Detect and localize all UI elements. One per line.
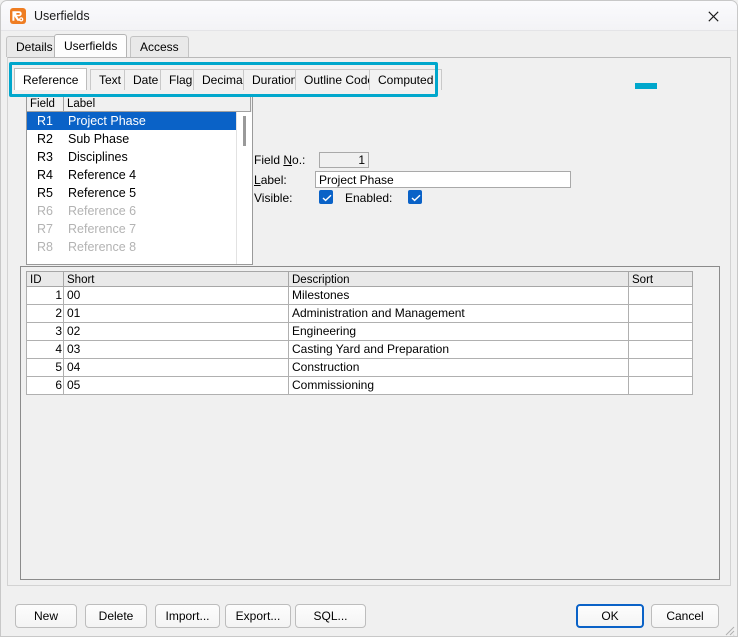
main-tab-strip: Details Userfields Access xyxy=(6,34,732,57)
tab-computed[interactable]: Computed xyxy=(369,69,443,90)
highlight-marker-annotation xyxy=(635,83,657,89)
visible-checkbox[interactable] xyxy=(319,190,333,204)
field-list-row[interactable]: R1 Project Phase xyxy=(27,112,237,130)
cell-short[interactable]: 05 xyxy=(64,377,289,395)
cell-id[interactable]: 4 xyxy=(26,341,64,359)
cell-sort[interactable] xyxy=(629,305,693,323)
field-no-label: Field No.: xyxy=(254,153,306,167)
import-button[interactable]: Import... xyxy=(155,604,220,628)
table-row[interactable]: 6 05 Commissioning xyxy=(26,377,693,395)
tab-userfields[interactable]: Userfields xyxy=(54,34,128,57)
title-bar: Userfields xyxy=(1,1,737,31)
field-list-row[interactable]: R7 Reference 7 xyxy=(27,220,237,238)
cell-sort[interactable] xyxy=(629,323,693,341)
cell-short[interactable]: 04 xyxy=(64,359,289,377)
field-code: R2 xyxy=(37,132,53,146)
cell-id[interactable]: 2 xyxy=(26,305,64,323)
field-list-scrollbar[interactable] xyxy=(236,112,252,264)
userfields-panel: Reference Text Date Flag Decimal Duratio… xyxy=(7,57,731,586)
field-no-input[interactable] xyxy=(319,152,369,168)
scrollbar-thumb[interactable] xyxy=(243,116,246,146)
field-code: R6 xyxy=(37,204,53,218)
field-list-row[interactable]: R3 Disciplines xyxy=(27,148,237,166)
field-code: R1 xyxy=(37,114,53,128)
sql-button[interactable]: SQL... xyxy=(295,604,366,628)
field-label: Sub Phase xyxy=(68,132,130,146)
cell-sort[interactable] xyxy=(629,377,693,395)
delete-button[interactable]: Delete xyxy=(85,604,147,628)
field-label: Reference 4 xyxy=(68,168,137,182)
ok-button[interactable]: OK xyxy=(576,604,644,628)
cell-sort[interactable] xyxy=(629,287,693,305)
field-label: Reference 7 xyxy=(68,222,137,236)
cell-id[interactable]: 6 xyxy=(26,377,64,395)
tab-access[interactable]: Access xyxy=(130,36,189,57)
new-button[interactable]: New xyxy=(15,604,77,628)
cell-description[interactable]: Commissioning xyxy=(289,377,629,395)
field-list-row[interactable]: R5 Reference 5 xyxy=(27,184,237,202)
column-header-field[interactable]: Field xyxy=(27,97,64,112)
column-header-sort[interactable]: Sort xyxy=(629,271,693,287)
table-row[interactable]: 3 02 Engineering xyxy=(26,323,693,341)
field-code: R5 xyxy=(37,186,53,200)
field-code: R3 xyxy=(37,150,53,164)
field-list-row[interactable]: R4 Reference 4 xyxy=(27,166,237,184)
cell-short[interactable]: 02 xyxy=(64,323,289,341)
column-header-description[interactable]: Description xyxy=(289,271,629,287)
field-code: R4 xyxy=(37,168,53,182)
cell-id[interactable]: 3 xyxy=(26,323,64,341)
export-button[interactable]: Export... xyxy=(225,604,291,628)
field-list[interactable]: Field Label R1 Project Phase R2 Sub Phas… xyxy=(26,96,253,265)
cell-description[interactable]: Construction xyxy=(289,359,629,377)
cell-id[interactable]: 1 xyxy=(26,287,64,305)
field-label: Project Phase xyxy=(68,114,146,128)
cancel-button[interactable]: Cancel xyxy=(651,604,719,628)
field-label: Disciplines xyxy=(68,150,128,164)
field-list-row[interactable]: R2 Sub Phase xyxy=(27,130,237,148)
table-row[interactable]: 4 03 Casting Yard and Preparation xyxy=(26,341,693,359)
cell-short[interactable]: 00 xyxy=(64,287,289,305)
cell-description[interactable]: Administration and Management xyxy=(289,305,629,323)
window-title: Userfields xyxy=(34,9,90,23)
userfield-type-tab-strip: Reference Text Date Flag Decimal Duratio… xyxy=(14,68,714,90)
userfields-dialog: Userfields Details Userfields Access Ref… xyxy=(0,0,738,637)
field-label: Reference 6 xyxy=(68,204,137,218)
field-list-header: Field Label xyxy=(27,97,252,112)
cell-description[interactable]: Milestones xyxy=(289,287,629,305)
lookup-values-grid: ID Short Description Sort 1 00 Milestone… xyxy=(26,271,693,395)
field-label: Reference 8 xyxy=(68,240,137,254)
cell-description[interactable]: Casting Yard and Preparation xyxy=(289,341,629,359)
cell-sort[interactable] xyxy=(629,341,693,359)
field-label: Reference 5 xyxy=(68,186,137,200)
label-input[interactable] xyxy=(315,171,571,188)
table-row[interactable]: 1 00 Milestones xyxy=(26,287,693,305)
cell-short[interactable]: 01 xyxy=(64,305,289,323)
app-logo-icon xyxy=(10,8,26,24)
cell-sort[interactable] xyxy=(629,359,693,377)
cell-description[interactable]: Engineering xyxy=(289,323,629,341)
enabled-checkbox[interactable] xyxy=(408,190,422,204)
dialog-button-bar: New Delete Import... Export... SQL... OK… xyxy=(1,591,737,636)
table-row[interactable]: 2 01 Administration and Management xyxy=(26,305,693,323)
column-header-id[interactable]: ID xyxy=(26,271,64,287)
tab-reference[interactable]: Reference xyxy=(14,68,88,90)
cell-short[interactable]: 03 xyxy=(64,341,289,359)
field-list-row[interactable]: R8 Reference 8 xyxy=(27,238,237,256)
column-header-short[interactable]: Short xyxy=(64,271,289,287)
close-icon[interactable] xyxy=(691,1,737,30)
resize-grip-icon[interactable] xyxy=(723,624,735,636)
enabled-label: Enabled: xyxy=(345,191,393,205)
visible-label: Visible: xyxy=(254,191,293,205)
column-header-label[interactable]: Label xyxy=(64,97,251,112)
field-code: R7 xyxy=(37,222,53,236)
lookup-values-panel: ID Short Description Sort 1 00 Milestone… xyxy=(20,266,720,580)
grid-header-row: ID Short Description Sort xyxy=(26,271,693,287)
field-list-row[interactable]: R6 Reference 6 xyxy=(27,202,237,220)
cell-id[interactable]: 5 xyxy=(26,359,64,377)
field-code: R8 xyxy=(37,240,53,254)
table-row[interactable]: 5 04 Construction xyxy=(26,359,693,377)
label-label: Label: xyxy=(254,173,287,187)
